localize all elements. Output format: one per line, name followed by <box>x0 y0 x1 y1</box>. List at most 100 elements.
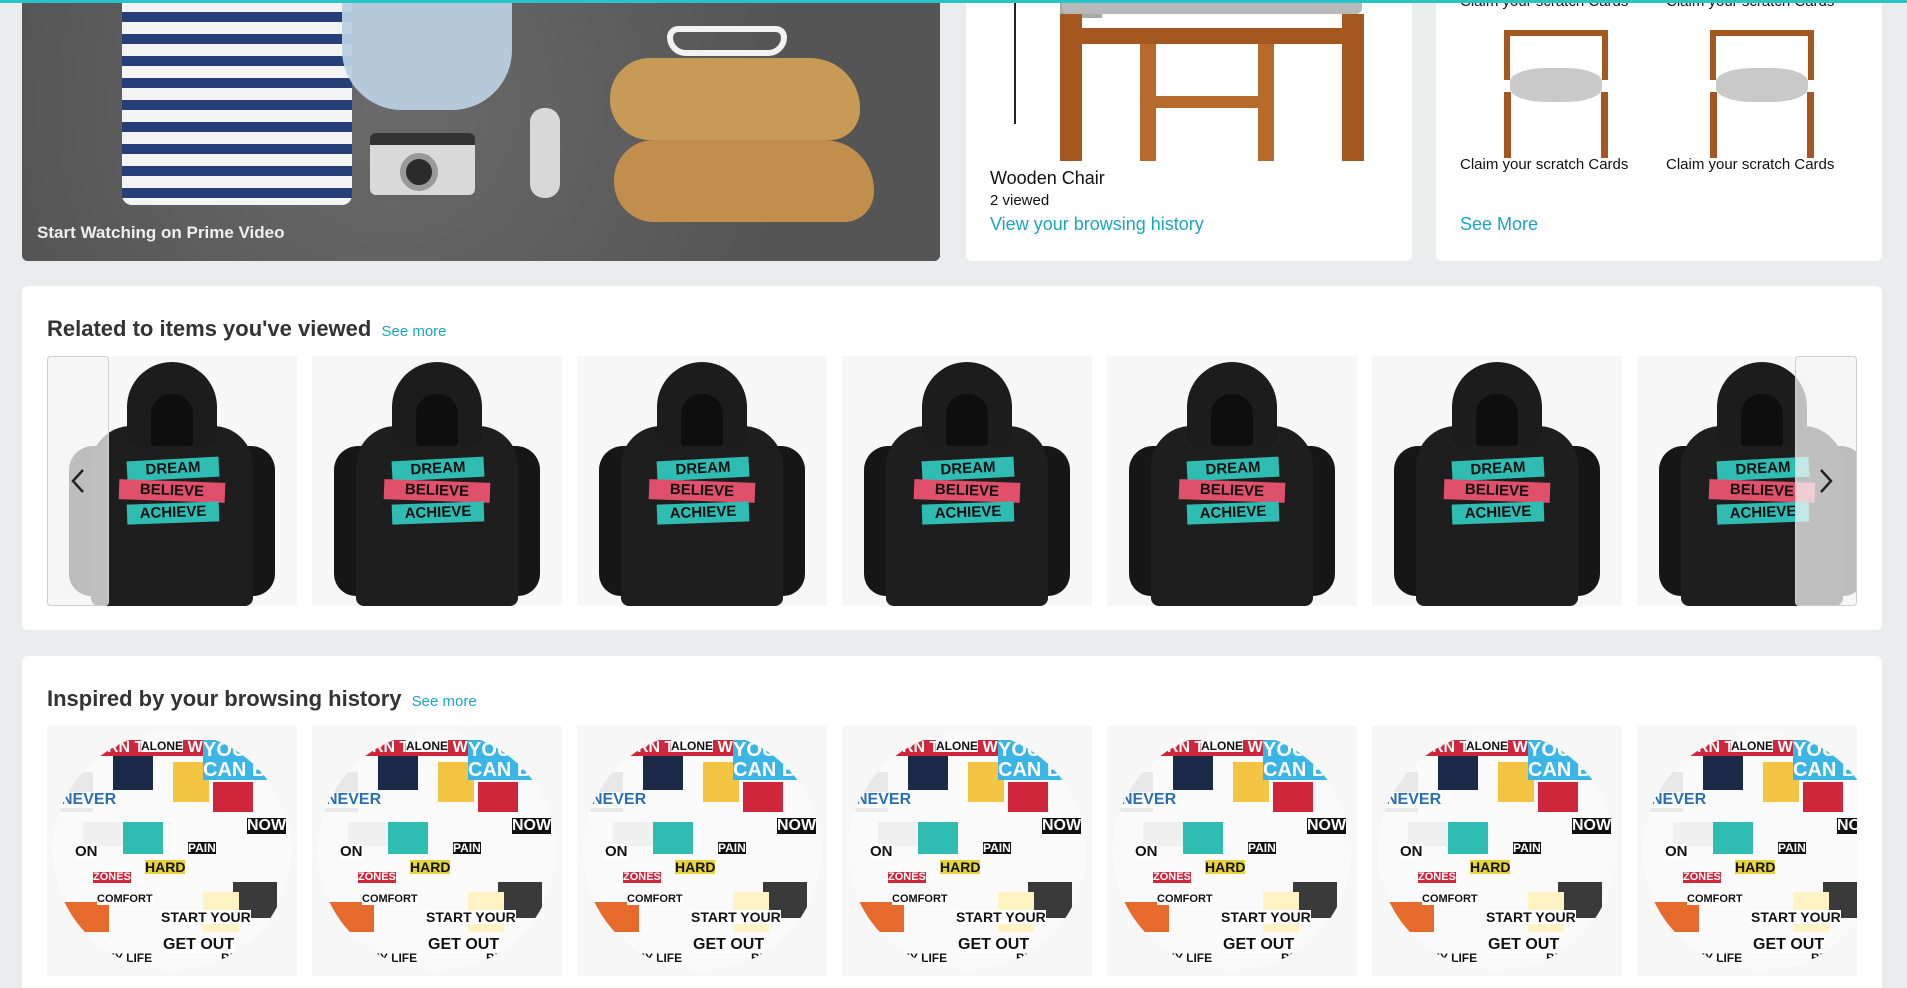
sticker-pack-image: BORN TO BE WILDALONEYOU CAN BENEVERONNOW… <box>848 732 1086 970</box>
product-tile[interactable]: BORN TO BE WILDALONEYOU CAN BENEVERONNOW… <box>1107 726 1357 976</box>
sticker-text: COMFORT <box>1687 893 1743 905</box>
product-tile[interactable]: DREAM BELIEVE ACHIEVE <box>312 356 562 606</box>
scratch-card-label[interactable]: Claim your scratch Cards <box>1460 156 1628 173</box>
sticker-text: MY LIFE <box>635 951 683 965</box>
sticker-text: MY LIFE <box>370 951 418 965</box>
inspired-section: Inspired by your browsing history See mo… <box>22 656 1882 988</box>
chevron-left-icon <box>71 469 84 493</box>
sticker-text: ALONE <box>936 739 978 753</box>
hoodie-image: DREAM BELIEVE ACHIEVE <box>599 362 805 606</box>
sticker-text: NEVER <box>1651 791 1707 808</box>
sticker-text: COMFORT <box>1157 893 1213 905</box>
sticker-text: ON <box>75 843 98 860</box>
sticker-text: MY LIFE <box>900 951 948 965</box>
hoodie-image: DREAM BELIEVE ACHIEVE <box>1394 362 1600 606</box>
product-tile[interactable]: BORN TO BE WILDALONEYOU CAN BENEVERONNOW… <box>1637 726 1857 976</box>
product-tile[interactable]: BORN TO BE WILDALONEYOU CAN BENEVERONNOW… <box>577 726 827 976</box>
chair-rail <box>1082 28 1342 44</box>
sticker-text: MY LIFE <box>1695 951 1743 965</box>
hoodie-print-text: ACHIEVE <box>656 501 750 525</box>
scratch-card-label[interactable]: Claim your scratch Cards <box>1666 156 1834 173</box>
section-title-text: Inspired by your browsing history <box>47 686 402 711</box>
product-tile[interactable]: BORN TO BE WILDALONEYOU CAN BENEVERONNOW… <box>842 726 1092 976</box>
sticker-text: NEVER <box>1386 791 1442 808</box>
prime-video-label[interactable]: Start Watching on Prime Video <box>37 223 284 243</box>
sticker-text: NEVER <box>61 791 117 808</box>
product-tile[interactable]: DREAM BELIEVE ACHIEVE <box>1107 356 1357 606</box>
hoodie-print-text: BELIEVE <box>383 479 491 503</box>
sticker-text: ALONE <box>1201 739 1243 753</box>
hoodie-image: DREAM BELIEVE ACHIEVE <box>1129 362 1335 606</box>
sticker-text: ALONE <box>1731 739 1773 753</box>
sticker-pack-image: BORN TO BE WILDALONEYOU CAN BENEVERONNOW… <box>318 732 556 970</box>
product-tile[interactable]: BORN TO BE WILDALONEYOU CAN BENEVERONNOW… <box>1372 726 1622 976</box>
chair-leg <box>1060 14 1082 161</box>
sticker-text: BED <box>1016 951 1042 965</box>
product-tile[interactable]: DREAM BELIEVE ACHIEVE <box>577 356 827 606</box>
top-accent-line <box>0 0 1907 3</box>
carousel-prev-button[interactable] <box>47 356 109 606</box>
camera-image <box>370 133 475 195</box>
sticker-text: BED <box>221 951 247 965</box>
boot-image <box>610 58 860 140</box>
sticker-pack-image: BORN TO BE WILDALONEYOU CAN BENEVERONNOW… <box>53 732 291 970</box>
hoodie-image: DREAM BELIEVE ACHIEVE <box>334 362 540 606</box>
sticker-text: HARD <box>1205 859 1246 875</box>
sticker-text: ON <box>340 843 363 860</box>
related-items-carousel: DREAM BELIEVE ACHIEVE DREAM BELIEVE ACHIEVE DR… <box>47 356 1857 606</box>
hoodie-print-text: BELIEVE <box>118 479 226 503</box>
sticker-text: YOU CAN BE <box>1263 740 1351 780</box>
chair-rail <box>1156 96 1258 108</box>
sticker-text: NOW <box>1572 817 1612 834</box>
sticker-text: ZONES <box>1683 871 1721 883</box>
sticker-pack-image: BORN TO BE WILDALONEYOU CAN BENEVERONNOW… <box>1643 732 1857 970</box>
hoodie-print-text: ACHIEVE <box>126 501 220 525</box>
product-tile[interactable]: BORN TO BE WILDALONEYOU CAN BENEVERONNOW… <box>47 726 297 976</box>
sticker-text: NEVER <box>1121 791 1177 808</box>
hoodie-print-text: ACHIEVE <box>1451 501 1545 525</box>
sticker-text: START YOUR <box>956 909 1046 925</box>
sticker-text: ON <box>1665 843 1688 860</box>
sticker-text: MY LIFE <box>105 951 153 965</box>
see-more-link[interactable]: See More <box>1460 214 1538 235</box>
hoodie-print-text: BELIEVE <box>1443 479 1551 503</box>
carousel-next-button[interactable] <box>1795 356 1857 606</box>
sticker-text: NEVER <box>326 791 382 808</box>
sticker-pack-image: BORN TO BE WILDALONEYOU CAN BENEVERONNOW… <box>1378 732 1616 970</box>
sticker-text: YOU CAN BE <box>203 740 291 780</box>
sticker-text: START YOUR <box>426 909 516 925</box>
view-browsing-history-link[interactable]: View your browsing history <box>990 214 1204 235</box>
see-more-link[interactable]: See more <box>381 323 446 340</box>
browsing-history-card: Wooden Chair 2 viewed View your browsing… <box>966 0 1412 261</box>
prime-video-card[interactable]: Start Watching on Prime Video <box>22 0 940 261</box>
sticker-text: PAIN <box>1513 841 1541 855</box>
product-tile[interactable]: DREAM BELIEVE ACHIEVE <box>842 356 1092 606</box>
inspired-items-carousel: BORN TO BE WILDALONEYOU CAN BENEVERONNOW… <box>47 726 1857 976</box>
sticker-text: COMFORT <box>97 893 153 905</box>
chair-leg <box>1258 44 1274 161</box>
sticker-text: ZONES <box>93 871 131 883</box>
sticker-text: YOU CAN BE <box>1528 740 1616 780</box>
see-more-link[interactable]: See more <box>412 693 477 710</box>
sticker-text: ZONES <box>1418 871 1456 883</box>
sticker-text: COMFORT <box>362 893 418 905</box>
divider <box>1014 0 1016 124</box>
sticker-text: NEVER <box>856 791 912 808</box>
sticker-text: BED <box>1546 951 1572 965</box>
sticker-text: ZONES <box>623 871 661 883</box>
sticker-text: MY LIFE <box>1430 951 1478 965</box>
product-tile[interactable]: BORN TO BE WILDALONEYOU CAN BENEVERONNOW… <box>312 726 562 976</box>
section-title-text: Related to items you've viewed <box>47 316 372 341</box>
scratch-card-image[interactable] <box>1666 30 1856 158</box>
product-tile[interactable]: DREAM BELIEVE ACHIEVE <box>1372 356 1622 606</box>
sticker-text: ON <box>1400 843 1423 860</box>
sticker-text: NOW <box>512 817 552 834</box>
product-title[interactable]: Wooden Chair <box>990 168 1105 189</box>
scratch-card-image[interactable] <box>1460 30 1650 158</box>
sticker-text: HARD <box>1735 859 1776 875</box>
wooden-chair-image[interactable] <box>990 0 1385 161</box>
sticker-text: BED <box>1811 951 1837 965</box>
sticker-text: HARD <box>145 859 186 875</box>
striped-shirt-image <box>122 0 352 205</box>
sticker-text: HARD <box>940 859 981 875</box>
